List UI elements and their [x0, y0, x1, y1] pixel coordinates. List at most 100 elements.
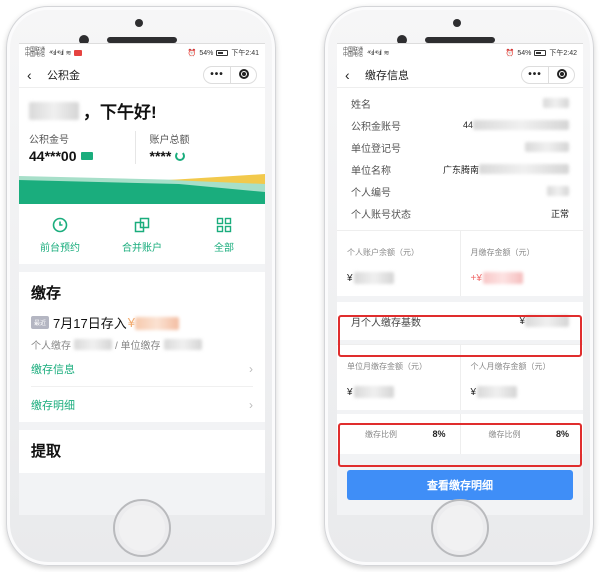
- wave-graphic: [19, 174, 265, 204]
- redacted-name: [29, 101, 79, 120]
- quick-all-label: 全部: [214, 243, 234, 254]
- deposit-base-row: 月个人缴存基数 ¥: [337, 302, 583, 340]
- redacted-value: [479, 164, 569, 174]
- quick-all[interactable]: 全部: [183, 216, 265, 254]
- home-button[interactable]: [431, 499, 489, 557]
- battery-percent: 54%: [199, 49, 214, 57]
- left-phone-frame: 中国联通 中国电信 ⁴⁶.ıl ⁴⁶.ıl ≋ ⏰ 54% 下午2:41 ‹ 公…: [6, 6, 276, 566]
- unit-ratio-label: 缴存比例: [365, 429, 397, 439]
- ratio-row: 缴存比例 8% 缴存比例 8%: [337, 414, 583, 454]
- monthly-amount-grid: 单位月缴存金额（元） ¥ 个人月缴存金额（元） ¥: [337, 344, 583, 410]
- redacted-amount: [525, 315, 569, 327]
- redacted-value: [543, 98, 569, 108]
- account-number-line: 44***00: [29, 148, 135, 164]
- view-deposit-detail-button[interactable]: 查看缴存明细: [347, 470, 573, 500]
- signal-icon: ⁴⁶.ıl ⁴⁶.ıl: [367, 49, 382, 57]
- carrier-2: 中国电信: [25, 52, 46, 58]
- monthly-deposit-label: 月缴存金额（元）: [470, 248, 535, 257]
- carrier-2: 中国电信: [343, 52, 364, 58]
- balance-grid: 个人账户余额（元） ¥ 月缴存金额（元） +¥: [337, 230, 583, 296]
- left-screen: 中国联通 中国电信 ⁴⁶.ıl ⁴⁶.ıl ≋ ⏰ 54% 下午2:41 ‹ 公…: [19, 43, 265, 515]
- deposit-info-link[interactable]: 缴存信息 ›: [31, 352, 253, 387]
- personal-deposit-label: 个人缴存: [31, 341, 71, 352]
- info-row-name: 姓名: [351, 92, 569, 114]
- info-label: 个人账号状态: [351, 209, 411, 221]
- redacted-amount: [134, 317, 179, 331]
- info-label: 公积金账号: [351, 121, 401, 133]
- card-icon[interactable]: [80, 152, 93, 160]
- battery-icon: [534, 50, 547, 56]
- sensor-dot: [453, 19, 461, 27]
- close-miniprogram-button[interactable]: [230, 66, 256, 83]
- home-button[interactable]: [113, 499, 171, 557]
- toggle-visibility-icon[interactable]: [175, 151, 186, 161]
- close-miniprogram-button[interactable]: [548, 66, 574, 83]
- latest-deposit-text: 7月17日存入: [53, 316, 127, 331]
- clock-icon: [51, 216, 69, 234]
- sensor-dot: [135, 19, 143, 27]
- page-title: 缴存信息: [365, 69, 409, 82]
- recent-tag: 最近: [31, 316, 50, 329]
- deposit-breakdown: 个人缴存 / 单位缴存: [31, 337, 253, 352]
- quick-actions: 前台预约 合并账户 全部: [19, 204, 265, 264]
- personal-balance-value: ¥: [347, 272, 450, 284]
- info-row-personal-no: 个人编号: [351, 180, 569, 202]
- close-target-icon: [556, 68, 567, 79]
- deposit-detail-link[interactable]: 缴存明细 ›: [31, 387, 253, 422]
- info-value: [543, 98, 569, 108]
- nav-bar: ‹ 公积金 •••: [19, 62, 265, 88]
- unit-ratio-value: 8%: [432, 429, 446, 439]
- quick-merge[interactable]: 合并账户: [101, 216, 183, 254]
- carrier-labels: 中国联通 中国电信: [25, 48, 45, 58]
- currency: ¥: [347, 272, 353, 284]
- page-title: 公积金: [47, 69, 80, 82]
- currency: ¥: [347, 386, 353, 398]
- status-value: 正常: [550, 208, 569, 219]
- deposit-detail-label: 缴存明细: [31, 399, 75, 412]
- battery-percent: 54%: [517, 49, 532, 57]
- redacted-value: [525, 142, 569, 152]
- balance-block: 账户总额 ****: [134, 131, 256, 164]
- status-bar: 中国联通 中国电信 ⁴⁶.ıl ⁴⁶.ıl ≋ ⏰ 54% 下午2:42: [337, 44, 583, 62]
- decorative-wave: [19, 170, 265, 204]
- deposit-section: 缴存 最近 7月17日存入 ¥ 个人缴存 / 单位缴存 缴存信息 › 缴存明细 …: [19, 272, 265, 422]
- nav-bar: ‹ 缴存信息 •••: [337, 62, 583, 88]
- info-value: [547, 186, 569, 196]
- redacted-amount: [477, 386, 518, 398]
- quick-merge-label: 合并账户: [122, 243, 162, 254]
- right-phone-frame: 中国联通 中国电信 ⁴⁶.ıl ⁴⁶.ıl ≋ ⏰ 54% 下午2:42 ‹ 缴…: [324, 6, 594, 566]
- right-screen: 中国联通 中国电信 ⁴⁶.ıl ⁴⁶.ıl ≋ ⏰ 54% 下午2:42 ‹ 缴…: [337, 43, 583, 515]
- more-menu-button[interactable]: •••: [522, 67, 548, 83]
- deposit-base-label: 月个人缴存基数: [351, 317, 421, 329]
- back-icon[interactable]: ‹: [345, 68, 359, 82]
- info-label: 姓名: [351, 99, 371, 111]
- account-number-block: 公积金号 44***00: [29, 131, 135, 164]
- redacted-amount: [353, 386, 394, 398]
- wifi-icon: ≋: [383, 50, 390, 57]
- currency: ¥: [470, 386, 477, 398]
- info-row-unit-name: 单位名称 广东腾南: [351, 158, 569, 180]
- notification-badge-icon: [73, 50, 82, 56]
- redacted-value: [547, 186, 569, 196]
- info-value-text: 44: [462, 120, 473, 130]
- redacted-amount: [482, 272, 523, 284]
- info-value-text: 广东腾南: [442, 164, 479, 175]
- info-row-unit-reg-no: 单位登记号: [351, 136, 569, 158]
- more-menu-button[interactable]: •••: [204, 67, 230, 83]
- withdraw-section: 提取: [19, 430, 265, 473]
- personal-monthly-cell: 个人月缴存金额（元） ¥: [459, 345, 584, 410]
- back-icon[interactable]: ‹: [27, 68, 41, 82]
- deposit-info-label: 缴存信息: [31, 364, 75, 376]
- withdraw-title: 提取: [31, 443, 62, 460]
- unit-deposit-label: / 单位缴存: [115, 341, 161, 352]
- personal-ratio-value: 8%: [555, 429, 569, 439]
- redacted-amount: [353, 272, 394, 284]
- personal-monthly-label: 个人月缴存金额（元）: [470, 362, 551, 371]
- alarm-icon: ⏰: [187, 50, 197, 57]
- quick-appointment[interactable]: 前台预约: [19, 216, 101, 254]
- account-hero: ，下午好! 公积金号 44***00 账户总额 ****: [19, 88, 265, 204]
- personal-ratio-cell: 缴存比例 8%: [459, 414, 584, 454]
- carrier-labels: 中国联通 中国电信: [343, 48, 363, 58]
- account-summary: 公积金号 44***00 账户总额 ****: [29, 131, 255, 164]
- account-number-label: 公积金号: [29, 135, 69, 146]
